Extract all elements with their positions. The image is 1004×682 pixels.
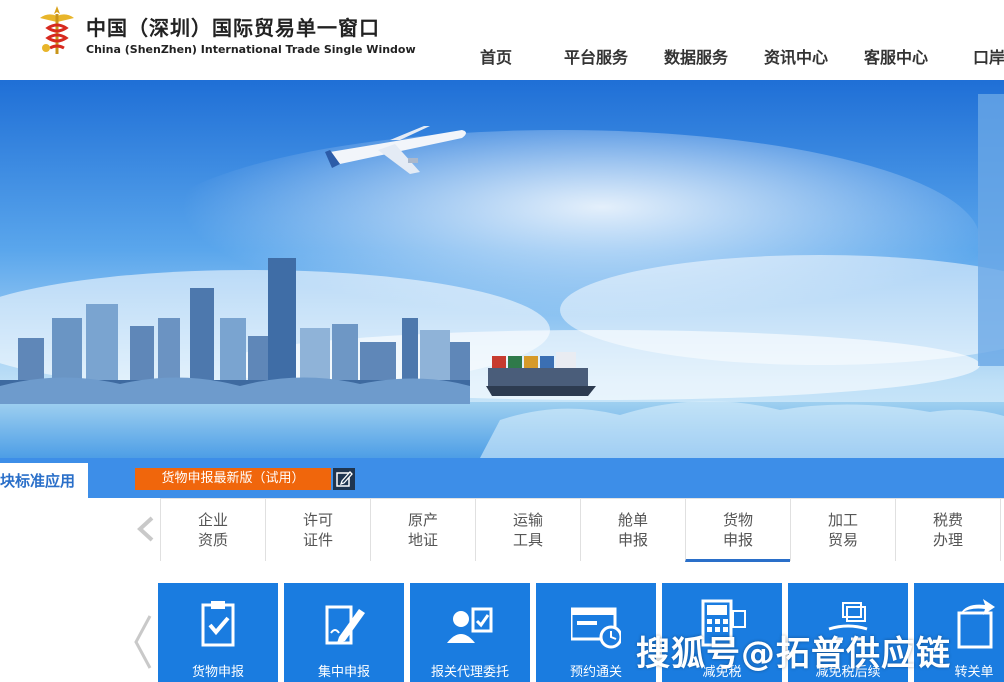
new-declaration-trial-button[interactable]: 货物申报最新版（试用） — [135, 468, 331, 490]
nav-news-center[interactable]: 资讯中心 — [764, 44, 828, 68]
nav-port[interactable]: 口岸 — [973, 44, 1004, 68]
edit-icon[interactable] — [333, 468, 355, 490]
tile-label: 货物申报 — [191, 665, 244, 680]
document-pen-icon — [325, 605, 365, 645]
tab-label-line2: 资质 — [197, 531, 228, 549]
tab-label-line2: 申报 — [722, 531, 753, 549]
nav-data-services[interactable]: 数据服务 — [664, 44, 728, 68]
tab-license-certificates[interactable]: 许可 证件 — [265, 499, 370, 561]
tab-label-line1: 货物 — [722, 511, 753, 529]
category-tabs: 企业资质 许可证件 原产地证 运输工具 舱单申报 货物申报 加工贸易 税费办理 — [160, 498, 1004, 563]
tile-label: 报关代理委托 — [430, 665, 509, 680]
tab-label-line1: 加工 — [827, 511, 858, 529]
tab-label-line2: 工具 — [512, 531, 543, 549]
site-header: 中国（深圳）国际贸易单一窗口 China (ShenZhen) Internat… — [0, 0, 1004, 80]
tab-label-line1: 税费 — [932, 511, 963, 529]
transfer-document-icon — [957, 599, 995, 649]
application-tab-bar: 块标准应用 货物申报最新版（试用） — [0, 458, 1004, 498]
tab-label-line2: 申报 — [617, 531, 648, 549]
tab-label-line1: 运输 — [512, 511, 543, 529]
tab-processing-trade[interactable]: 加工 贸易 — [790, 499, 895, 561]
tab-certificate-of-origin[interactable]: 原产 地证 — [370, 499, 475, 561]
tile-customs-agent-entrustment[interactable]: 报关代理委托 — [410, 583, 530, 682]
clipboard-check-icon — [201, 601, 235, 647]
tab-label-line1: 企业 — [197, 511, 228, 529]
appointment-clock-icon — [571, 607, 621, 649]
tab-tax-payment[interactable]: 税费 办理 — [895, 499, 1001, 561]
tab-label-line1: 原产 — [407, 511, 438, 529]
agent-contract-icon — [447, 607, 493, 643]
tab-label-line1: 许可 — [302, 511, 333, 529]
tab-transport-vehicles[interactable]: 运输 工具 — [475, 499, 580, 561]
chevron-left-icon[interactable] — [130, 614, 154, 670]
tile-label: 集中申报 — [317, 665, 370, 680]
chevron-left-icon[interactable] — [136, 516, 156, 542]
tab-label-line2: 证件 — [302, 531, 333, 549]
hero-banner[interactable] — [0, 80, 1004, 458]
nav-home[interactable]: 首页 — [480, 44, 512, 68]
tab-label-line2: 贸易 — [827, 531, 858, 549]
tab-label-line1: 舱单 — [617, 511, 648, 529]
tab-standard-application[interactable]: 块标准应用 — [0, 463, 88, 498]
main-nav: 首页 平台服务 数据服务 资讯中心 客服中心 口岸 — [0, 44, 1004, 68]
nav-customer-service[interactable]: 客服中心 — [864, 44, 928, 68]
tab-enterprise-qualification[interactable]: 企业 资质 — [160, 499, 265, 561]
tile-goods-declaration[interactable]: 货物申报 — [158, 583, 278, 682]
tab-manifest-declaration[interactable]: 舱单 申报 — [580, 499, 685, 561]
site-title-cn: 中国（深圳）国际贸易单一窗口 — [86, 16, 380, 40]
tile-centralized-declaration[interactable]: 集中申报 — [284, 583, 404, 682]
tab-label-line2: 办理 — [932, 531, 963, 549]
tab-label-line2: 地证 — [407, 531, 438, 549]
watermark-text: 搜狐号@拓普供应链 — [636, 634, 951, 674]
tab-goods-declaration[interactable]: 货物 申报 — [685, 499, 790, 562]
nav-platform-services[interactable]: 平台服务 — [564, 44, 628, 68]
